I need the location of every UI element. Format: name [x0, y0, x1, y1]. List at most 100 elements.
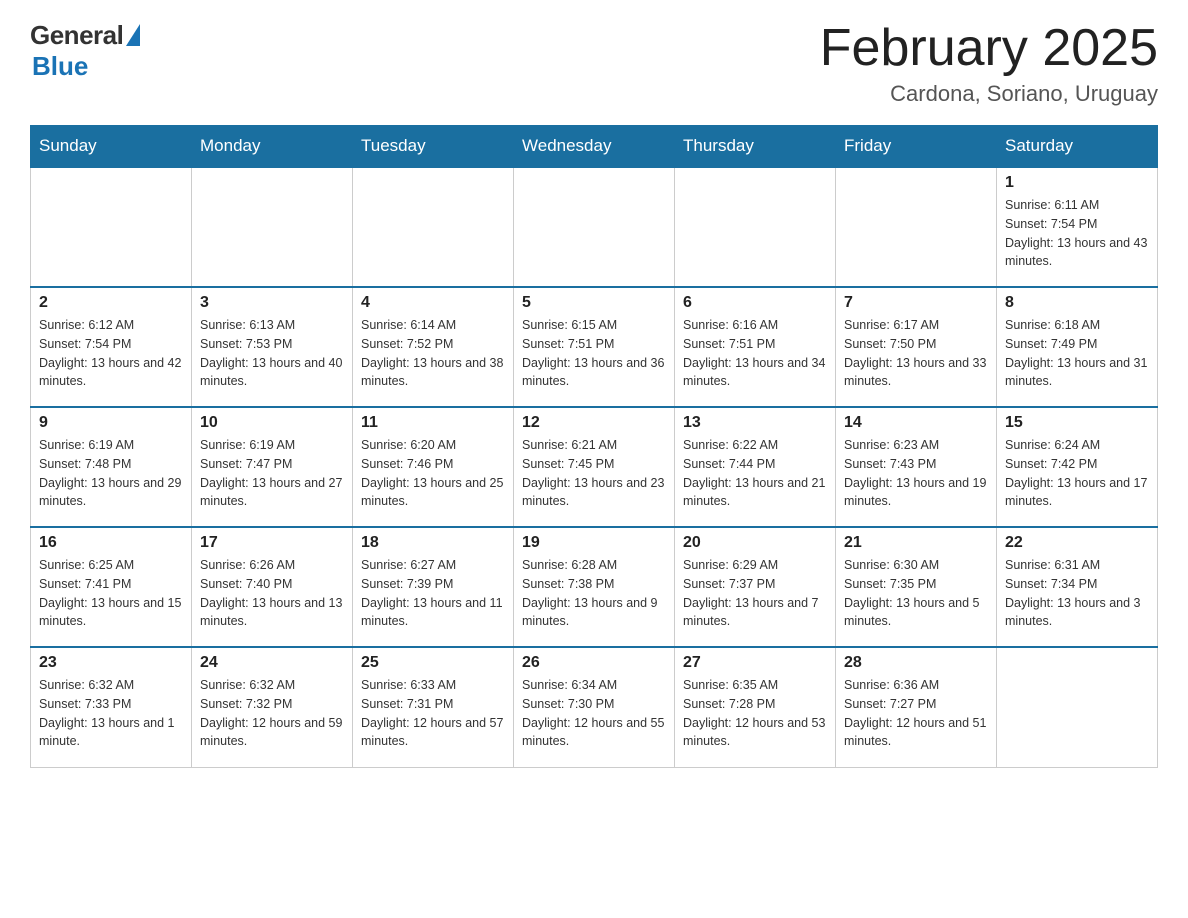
day-info: Sunrise: 6:25 AMSunset: 7:41 PMDaylight:… [39, 556, 183, 631]
day-number: 3 [200, 294, 344, 312]
calendar-cell: 4 Sunrise: 6:14 AMSunset: 7:52 PMDaylight… [353, 287, 514, 407]
day-info: Sunrise: 6:12 AMSunset: 7:54 PMDaylight:… [39, 316, 183, 391]
week-row: 9 Sunrise: 6:19 AMSunset: 7:48 PMDaylight… [31, 407, 1158, 527]
day-of-week-header: Saturday [997, 126, 1158, 168]
day-of-week-header: Friday [836, 126, 997, 168]
day-number: 6 [683, 294, 827, 312]
calendar-cell: 20 Sunrise: 6:29 AMSunset: 7:37 PMDayligh… [675, 527, 836, 647]
location-subtitle: Cardona, Soriano, Uruguay [820, 81, 1158, 107]
day-number: 8 [1005, 294, 1149, 312]
calendar-cell: 2 Sunrise: 6:12 AMSunset: 7:54 PMDaylight… [31, 287, 192, 407]
day-info: Sunrise: 6:36 AMSunset: 7:27 PMDaylight:… [844, 676, 988, 751]
calendar-cell: 5 Sunrise: 6:15 AMSunset: 7:51 PMDaylight… [514, 287, 675, 407]
day-info: Sunrise: 6:24 AMSunset: 7:42 PMDaylight:… [1005, 436, 1149, 511]
calendar-cell: 15 Sunrise: 6:24 AMSunset: 7:42 PMDayligh… [997, 407, 1158, 527]
page-header: General Blue February 2025 Cardona, Sori… [30, 20, 1158, 107]
day-info: Sunrise: 6:14 AMSunset: 7:52 PMDaylight:… [361, 316, 505, 391]
calendar-cell: 3 Sunrise: 6:13 AMSunset: 7:53 PMDaylight… [192, 287, 353, 407]
calendar-cell: 9 Sunrise: 6:19 AMSunset: 7:48 PMDaylight… [31, 407, 192, 527]
day-number: 7 [844, 294, 988, 312]
day-number: 28 [844, 654, 988, 672]
calendar-cell: 24Sunrise: 6:32 AMSunset: 7:32 PMDayligh… [192, 647, 353, 767]
calendar-cell [997, 647, 1158, 767]
day-number: 11 [361, 414, 505, 432]
day-info: Sunrise: 6:32 AMSunset: 7:33 PMDaylight:… [39, 676, 183, 751]
logo-triangle-icon [126, 24, 140, 46]
calendar-cell [353, 167, 514, 287]
day-number: 2 [39, 294, 183, 312]
day-info: Sunrise: 6:15 AMSunset: 7:51 PMDaylight:… [522, 316, 666, 391]
calendar-cell [192, 167, 353, 287]
day-number: 15 [1005, 414, 1149, 432]
day-number: 20 [683, 534, 827, 552]
day-info: Sunrise: 6:23 AMSunset: 7:43 PMDaylight:… [844, 436, 988, 511]
day-number: 4 [361, 294, 505, 312]
calendar-cell: 1Sunrise: 6:11 AMSunset: 7:54 PMDaylight… [997, 167, 1158, 287]
day-number: 25 [361, 654, 505, 672]
day-info: Sunrise: 6:19 AMSunset: 7:48 PMDaylight:… [39, 436, 183, 511]
day-number: 12 [522, 414, 666, 432]
week-row: 1Sunrise: 6:11 AMSunset: 7:54 PMDaylight… [31, 167, 1158, 287]
calendar-cell: 22 Sunrise: 6:31 AMSunset: 7:34 PMDayligh… [997, 527, 1158, 647]
day-info: Sunrise: 6:33 AMSunset: 7:31 PMDaylight:… [361, 676, 505, 751]
day-number: 17 [200, 534, 344, 552]
day-number: 23 [39, 654, 183, 672]
day-info: Sunrise: 6:22 AMSunset: 7:44 PMDaylight:… [683, 436, 827, 511]
calendar-cell: 19 Sunrise: 6:28 AMSunset: 7:38 PMDayligh… [514, 527, 675, 647]
calendar-cell: 16 Sunrise: 6:25 AMSunset: 7:41 PMDayligh… [31, 527, 192, 647]
week-row: 2 Sunrise: 6:12 AMSunset: 7:54 PMDaylight… [31, 287, 1158, 407]
day-number: 22 [1005, 534, 1149, 552]
day-number: 18 [361, 534, 505, 552]
calendar-cell [836, 167, 997, 287]
day-info: Sunrise: 6:17 AMSunset: 7:50 PMDaylight:… [844, 316, 988, 391]
calendar-cell: 25 Sunrise: 6:33 AMSunset: 7:31 PMDayligh… [353, 647, 514, 767]
logo-blue-text: Blue [32, 51, 88, 82]
day-number: 13 [683, 414, 827, 432]
day-info: Sunrise: 6:26 AMSunset: 7:40 PMDaylight:… [200, 556, 344, 631]
day-info: Sunrise: 6:16 AMSunset: 7:51 PMDaylight:… [683, 316, 827, 391]
day-number: 19 [522, 534, 666, 552]
calendar-cell: 10 Sunrise: 6:19 AMSunset: 7:47 PMDayligh… [192, 407, 353, 527]
day-number: 5 [522, 294, 666, 312]
day-number: 26 [522, 654, 666, 672]
day-info: Sunrise: 6:11 AMSunset: 7:54 PMDaylight:… [1005, 196, 1149, 271]
calendar-cell: 7 Sunrise: 6:17 AMSunset: 7:50 PMDaylight… [836, 287, 997, 407]
day-of-week-header: Monday [192, 126, 353, 168]
day-number: 9 [39, 414, 183, 432]
title-section: February 2025 Cardona, Soriano, Uruguay [820, 20, 1158, 107]
day-of-week-header: Thursday [675, 126, 836, 168]
day-of-week-header: Wednesday [514, 126, 675, 168]
calendar-cell: 12Sunrise: 6:21 AMSunset: 7:45 PMDayligh… [514, 407, 675, 527]
logo-general-text: General [30, 20, 123, 51]
calendar-cell [675, 167, 836, 287]
calendar-cell: 11Sunrise: 6:20 AMSunset: 7:46 PMDayligh… [353, 407, 514, 527]
month-title: February 2025 [820, 20, 1158, 77]
day-of-week-header: Sunday [31, 126, 192, 168]
calendar-cell: 21Sunrise: 6:30 AMSunset: 7:35 PMDayligh… [836, 527, 997, 647]
calendar-table: SundayMondayTuesdayWednesdayThursdayFrid… [30, 125, 1158, 768]
calendar-cell: 14 Sunrise: 6:23 AMSunset: 7:43 PMDayligh… [836, 407, 997, 527]
day-number: 21 [844, 534, 988, 552]
day-number: 14 [844, 414, 988, 432]
day-info: Sunrise: 6:27 AMSunset: 7:39 PMDaylight:… [361, 556, 505, 631]
day-info: Sunrise: 6:31 AMSunset: 7:34 PMDaylight:… [1005, 556, 1149, 631]
day-number: 16 [39, 534, 183, 552]
calendar-header-row: SundayMondayTuesdayWednesdayThursdayFrid… [31, 126, 1158, 168]
day-number: 27 [683, 654, 827, 672]
calendar-cell [31, 167, 192, 287]
logo: General Blue [30, 20, 140, 82]
calendar-cell: 18 Sunrise: 6:27 AMSunset: 7:39 PMDayligh… [353, 527, 514, 647]
day-info: Sunrise: 6:18 AMSunset: 7:49 PMDaylight:… [1005, 316, 1149, 391]
week-row: 23 Sunrise: 6:32 AMSunset: 7:33 PMDayligh… [31, 647, 1158, 767]
day-info: Sunrise: 6:13 AMSunset: 7:53 PMDaylight:… [200, 316, 344, 391]
day-info: Sunrise: 6:19 AMSunset: 7:47 PMDaylight:… [200, 436, 344, 511]
calendar-cell: 8 Sunrise: 6:18 AMSunset: 7:49 PMDaylight… [997, 287, 1158, 407]
calendar-cell: 27Sunrise: 6:35 AMSunset: 7:28 PMDayligh… [675, 647, 836, 767]
day-info: Sunrise: 6:32 AMSunset: 7:32 PMDaylight:… [200, 676, 344, 751]
calendar-cell: 23 Sunrise: 6:32 AMSunset: 7:33 PMDayligh… [31, 647, 192, 767]
calendar-cell: 26 Sunrise: 6:34 AMSunset: 7:30 PMDayligh… [514, 647, 675, 767]
day-info: Sunrise: 6:34 AMSunset: 7:30 PMDaylight:… [522, 676, 666, 751]
day-info: Sunrise: 6:29 AMSunset: 7:37 PMDaylight:… [683, 556, 827, 631]
day-info: Sunrise: 6:28 AMSunset: 7:38 PMDaylight:… [522, 556, 666, 631]
day-number: 10 [200, 414, 344, 432]
